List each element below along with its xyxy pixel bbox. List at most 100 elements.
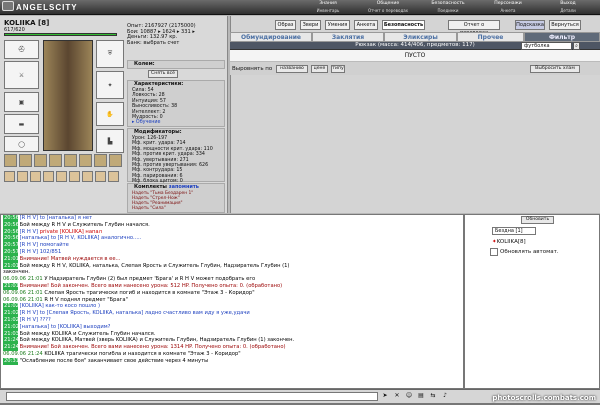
sort-by-type-button[interactable]: типу	[331, 65, 345, 73]
chat-sender[interactable]: [KOLIIKA]	[20, 303, 44, 309]
send-icon[interactable]: ➤	[380, 392, 390, 401]
top-menu-personazhi[interactable]: Персонажи Анкета	[478, 0, 538, 15]
shield-icon: ⛨	[107, 50, 113, 57]
inventory-slot-7[interactable]	[94, 154, 107, 167]
potion-slot-4[interactable]	[43, 171, 54, 182]
logo-icon	[2, 1, 14, 11]
kolem-header[interactable]: Колем:	[127, 60, 225, 69]
online-user[interactable]: ✦KOLIIKA[8]	[492, 238, 562, 246]
top-menu-obshchenie[interactable]: Общение Отчет о переводах	[358, 0, 418, 15]
footer-site: photoscrolls.combats.com	[492, 394, 596, 402]
potion-slot-2[interactable]	[17, 171, 28, 182]
armor-slot[interactable]: ▣	[4, 92, 39, 112]
tab-other[interactable]: Прочее	[457, 32, 524, 42]
sort-by-name-button[interactable]: названию	[276, 65, 308, 73]
chat-message: 21:24 Внимание! Бой закончен. Всего вами…	[1, 344, 463, 351]
refresh-button[interactable]: Обновить	[521, 216, 554, 224]
filter-search-button[interactable]: ⌕	[573, 42, 580, 50]
chat-recipient[interactable]: private [KOLIIKA]	[40, 229, 84, 235]
potion-slot-7[interactable]	[82, 171, 93, 182]
potion-slot-5[interactable]	[56, 171, 67, 182]
inventory-slot-2[interactable]	[19, 154, 32, 167]
inventory-slot-6[interactable]	[79, 154, 92, 167]
site-logo[interactable]: ANGELSCITY	[2, 0, 90, 15]
kits-header[interactable]: Комплекты запомнить	[128, 184, 224, 191]
discard-junk-button[interactable]: Выбросить хлам	[530, 65, 580, 73]
potion-slot-3[interactable]	[30, 171, 41, 182]
room-select[interactable]: Бездна [1]	[492, 227, 536, 235]
modifiers-header[interactable]: Модификаторы:	[128, 129, 224, 136]
hint-button[interactable]: Подсказка	[515, 20, 545, 30]
chat-sender[interactable]: [R H V]	[20, 242, 38, 248]
chat-input[interactable]	[6, 392, 378, 401]
tab-umeniya[interactable]: Умения	[325, 20, 350, 30]
shield-slot[interactable]: ⛨	[96, 40, 124, 68]
top-menu-vyhod[interactable]: Выход Детали	[538, 0, 598, 15]
training-link[interactable]: ▸ Обучение	[132, 120, 224, 125]
ring-slot[interactable]: ◯	[4, 136, 39, 152]
tab-equipment[interactable]: Обмундирование	[230, 32, 312, 42]
chat-text: Бой между KOLIIKA, Матвей (зверь KOLIIKA…	[19, 337, 295, 344]
chat-sender[interactable]: [R H V]	[20, 229, 38, 235]
remember-link[interactable]: запомнить	[169, 184, 199, 190]
kit-item[interactable]: Надеть "Сила"	[132, 206, 224, 211]
chat-recipient[interactable]: to [KOLIIKA]	[51, 324, 82, 330]
gloves-slot[interactable]: ✋	[96, 102, 124, 126]
take-off-all-button[interactable]: Снять всё	[148, 70, 178, 78]
bank-line[interactable]: Банк: выбрать счет	[127, 40, 227, 47]
tab-obraz[interactable]: Образ	[275, 20, 296, 30]
boots-slot[interactable]: ▙	[96, 129, 124, 153]
weapon-slot[interactable]: ⚔	[4, 61, 39, 89]
filter-input[interactable]: футболка	[521, 42, 572, 50]
chat-sender[interactable]: [R H V]	[20, 249, 38, 255]
inventory-slot-8[interactable]	[109, 154, 122, 167]
chat-text: аналогично.....	[99, 235, 142, 242]
tab-spells[interactable]: Заклятия	[312, 32, 384, 42]
clear-icon[interactable]: ✕	[392, 392, 402, 401]
helmet-slot[interactable]: ⛑	[4, 40, 39, 59]
chat-text: ладно счастливо вам иду я уже,удачи	[143, 310, 250, 317]
tab-zveri[interactable]: Звери	[300, 20, 321, 30]
chat-sender[interactable]: [R H V]	[20, 310, 38, 316]
chat-recipient[interactable]: to [Слепая Ярость, KOLIIKA, наталька]	[40, 310, 143, 316]
back-button[interactable]: Вернуться	[549, 20, 581, 30]
top-menu-bezopasnost[interactable]: Безопасность Поединки	[418, 0, 478, 15]
chat-sender[interactable]: [наталька]	[20, 235, 50, 241]
smile-icon[interactable]: ☺	[404, 392, 414, 401]
auto-refresh-checkbox[interactable]	[490, 248, 498, 256]
chat-time: 06.09.06 21:01	[3, 276, 43, 283]
belt-slot[interactable]: ▬	[4, 114, 39, 134]
hp-bar	[4, 33, 117, 36]
inventory-slot-3[interactable]	[34, 154, 47, 167]
tab-security[interactable]: Безопасность	[382, 20, 425, 30]
filter-icon[interactable]: ▤	[416, 392, 426, 401]
inventory-slot-1[interactable]	[4, 154, 17, 167]
potion-slot-6[interactable]	[69, 171, 80, 182]
potion-slot-8[interactable]	[95, 171, 106, 182]
online-user-name: KOLIIKA[8]	[496, 239, 526, 245]
chat-message: 21:24 Бой между KOLIIKA, Матвей (зверь K…	[1, 337, 463, 345]
inventory-slot-5[interactable]	[64, 154, 77, 167]
potion-slot-1[interactable]	[4, 171, 15, 182]
tab-elixirs[interactable]: Эликсиры	[384, 32, 457, 42]
chat-message: 21:02 [R H V] to [Слепая Ярость, KOLIIKA…	[1, 310, 463, 317]
tab-anketa[interactable]: Анкета	[354, 20, 378, 30]
top-menu-znaniya[interactable]: Знания Инвентарь	[298, 0, 358, 15]
chat-time: 21:02	[3, 310, 19, 317]
chat-recipient[interactable]: to [наталька]	[40, 215, 76, 221]
characteristics-header[interactable]: Характеристики:	[128, 81, 224, 88]
chat-time: 21:01	[3, 282, 19, 290]
inventory-slot-4[interactable]	[49, 154, 62, 167]
tab-filter[interactable]: Фильтр	[524, 32, 600, 42]
chat-sender[interactable]: [R H V]	[20, 317, 38, 323]
chat-recipient[interactable]: to [R H V, KOLIIKA]	[51, 235, 100, 241]
amulet-slot[interactable]: ✦	[96, 71, 124, 99]
chat-sender[interactable]: [наталька]	[20, 324, 50, 330]
chat-text: Бой между R H V и Служитель Глубин начал…	[19, 221, 150, 228]
sort-by-price-button[interactable]: цене	[311, 65, 328, 73]
chat-log[interactable]: 20:56 [R H V] to [наталька] я нет 20:56 …	[0, 214, 464, 389]
tab-transfer-report[interactable]: Отчет о переводах	[448, 20, 500, 36]
chat-sender[interactable]: [R H V]	[20, 215, 38, 221]
potion-slot-9[interactable]	[108, 171, 119, 182]
chat-message: 06.09.06 21:01 У Надзиратель Глубин (2) …	[1, 276, 463, 283]
